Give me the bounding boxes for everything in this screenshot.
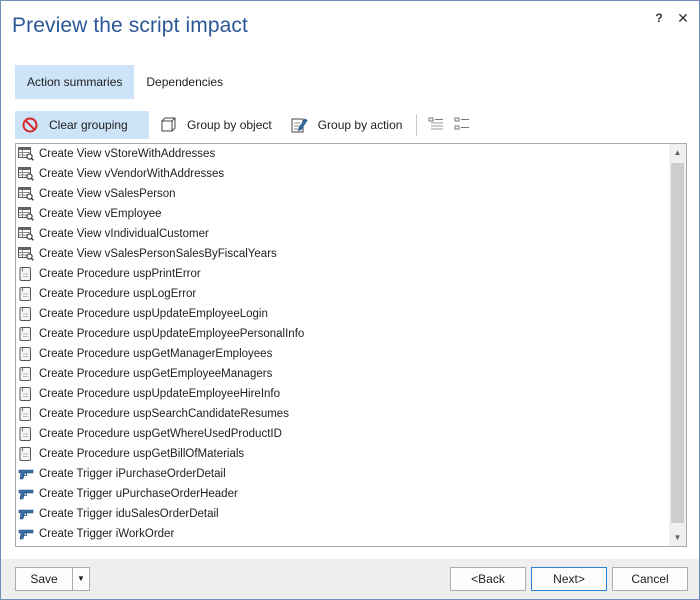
list-item-label: Create View vVendorWithAddresses	[39, 168, 225, 180]
trigger-icon	[17, 466, 35, 482]
list-item[interactable]: Create View vStoreWithAddresses	[16, 144, 669, 164]
procedure-icon	[17, 446, 35, 462]
expand-all-button[interactable]	[423, 111, 449, 139]
next-button[interactable]: Next>	[531, 567, 607, 591]
help-button[interactable]: ?	[651, 10, 667, 26]
trigger-icon	[17, 526, 35, 542]
action-list: Create View vStoreWithAddresses Create Vi…	[15, 143, 687, 547]
tab-action-summaries[interactable]: Action summaries	[15, 65, 135, 99]
list-item-label: Create Procedure uspPrintError	[39, 268, 201, 280]
list-item-label: Create View vSalesPerson	[39, 188, 176, 200]
list-item[interactable]: Create View vSalesPersonSalesByFiscalYea…	[16, 244, 669, 264]
view-icon	[17, 146, 35, 162]
list-item[interactable]: Create Procedure uspUpdateEmployeePerson…	[16, 324, 669, 344]
scrollbar-thumb[interactable]	[671, 163, 684, 523]
list-item-label: Create Trigger iWorkOrder	[39, 528, 175, 540]
list-item[interactable]: Create Procedure uspGetWhereUsedProductI…	[16, 424, 669, 444]
procedure-icon	[17, 266, 35, 282]
tab-bar: Action summaries Dependencies	[15, 65, 235, 99]
save-button[interactable]: Save	[15, 567, 72, 591]
list-item-label: Create Procedure uspUpdateEmployeeHireIn…	[39, 388, 280, 400]
procedure-icon	[17, 346, 35, 362]
list-item[interactable]: Create Procedure uspSearchCandidateResum…	[16, 404, 669, 424]
list-item-label: Create Procedure uspLogError	[39, 288, 197, 300]
group-by-object-button[interactable]: Group by object	[153, 111, 280, 139]
list-item[interactable]: Create Trigger uPurchaseOrderHeader	[16, 484, 669, 504]
list-item-label: Create Procedure uspUpdateEmployeeLogin	[39, 308, 268, 320]
trigger-icon	[17, 506, 35, 522]
procedure-icon	[17, 326, 35, 342]
list-item-label: Create Procedure uspSearchCandidateResum…	[39, 408, 289, 420]
clear-grouping-label: Clear grouping	[49, 118, 128, 132]
toolbar: Clear grouping Group by object Group by …	[15, 111, 475, 139]
list-item[interactable]: Create Procedure uspGetEmployeeManagers	[16, 364, 669, 384]
procedure-icon	[17, 386, 35, 402]
list-item-label: Create View vIndividualCustomer	[39, 228, 209, 240]
clear-grouping-button[interactable]: Clear grouping	[15, 111, 149, 139]
list-item-label: Create Procedure uspGetWhereUsedProductI…	[39, 428, 282, 440]
collapse-all-button[interactable]	[449, 111, 475, 139]
procedure-icon	[17, 366, 35, 382]
preview-script-impact-dialog: Preview the script impact ? ✕ Action sum…	[0, 0, 700, 600]
view-icon	[17, 186, 35, 202]
list-item-label: Create View vStoreWithAddresses	[39, 148, 216, 160]
procedure-icon	[17, 406, 35, 422]
list-item-label: Create Trigger iPurchaseOrderDetail	[39, 468, 226, 480]
vertical-scrollbar[interactable]: ▲ ▼	[669, 144, 686, 546]
list-item[interactable]: Create Procedure uspGetManagerEmployees	[16, 344, 669, 364]
list-item[interactable]: Create View vEmployee	[16, 204, 669, 224]
procedure-icon	[17, 306, 35, 322]
scroll-down-arrow-icon[interactable]: ▼	[669, 529, 686, 546]
dialog-title: Preview the script impact	[12, 14, 248, 37]
list-item-label: Create Trigger iduSalesOrderDetail	[39, 508, 219, 520]
group-by-action-label: Group by action	[317, 118, 403, 132]
list-item[interactable]: Create Procedure uspUpdateEmployeeLogin	[16, 304, 669, 324]
object-icon	[159, 116, 177, 134]
list-item-label: Create Procedure uspUpdateEmployeePerson…	[39, 328, 305, 340]
back-button[interactable]: <Back	[450, 567, 526, 591]
no-entry-icon	[21, 116, 39, 134]
procedure-icon	[17, 286, 35, 302]
list-item[interactable]: Create View vIndividualCustomer	[16, 224, 669, 244]
list-item[interactable]: Create Procedure uspPrintError	[16, 264, 669, 284]
list-item-label: Create Procedure uspGetBillOfMaterials	[39, 448, 245, 460]
list-item-label: Create Procedure uspGetEmployeeManagers	[39, 368, 273, 380]
trigger-icon	[17, 486, 35, 502]
list-item[interactable]: Create Trigger iWorkOrder	[16, 524, 669, 544]
procedure-icon	[17, 426, 35, 442]
list-item[interactable]: Create Trigger iPurchaseOrderDetail	[16, 464, 669, 484]
group-by-action-button[interactable]: Group by action	[284, 111, 411, 139]
toolbar-separator	[416, 114, 418, 136]
edit-document-icon	[290, 116, 308, 134]
cancel-button[interactable]: Cancel	[612, 567, 688, 591]
list-item[interactable]: Create Procedure uspUpdateEmployeeHireIn…	[16, 384, 669, 404]
list-item[interactable]: Create Procedure uspGetBillOfMaterials	[16, 444, 669, 464]
list-item[interactable]: Create Trigger iduSalesOrderDetail	[16, 504, 669, 524]
list-item[interactable]: Create View vVendorWithAddresses	[16, 164, 669, 184]
list-item-label: Create View vSalesPersonSalesByFiscalYea…	[39, 248, 277, 260]
list-item[interactable]: Create View vSalesPerson	[16, 184, 669, 204]
tab-dependencies[interactable]: Dependencies	[134, 65, 235, 99]
view-icon	[17, 206, 35, 222]
close-button[interactable]: ✕	[675, 10, 691, 26]
list-item-label: Create View vEmployee	[39, 208, 162, 220]
list-item-label: Create Trigger uPurchaseOrderHeader	[39, 488, 238, 500]
chevron-down-icon: ▼	[77, 574, 85, 583]
action-list-rows: Create View vStoreWithAddresses Create Vi…	[16, 144, 669, 544]
list-item-label: Create Procedure uspGetManagerEmployees	[39, 348, 273, 360]
dialog-footer: Save ▼ <Back Next> Cancel	[1, 559, 699, 599]
list-item[interactable]: Create Procedure uspLogError	[16, 284, 669, 304]
collapse-all-icon	[453, 115, 471, 136]
scroll-up-arrow-icon[interactable]: ▲	[669, 144, 686, 161]
save-dropdown-button[interactable]: ▼	[72, 567, 90, 591]
group-by-object-label: Group by object	[187, 118, 272, 132]
view-icon	[17, 166, 35, 182]
expand-all-icon	[427, 115, 445, 136]
view-icon	[17, 246, 35, 262]
view-icon	[17, 226, 35, 242]
